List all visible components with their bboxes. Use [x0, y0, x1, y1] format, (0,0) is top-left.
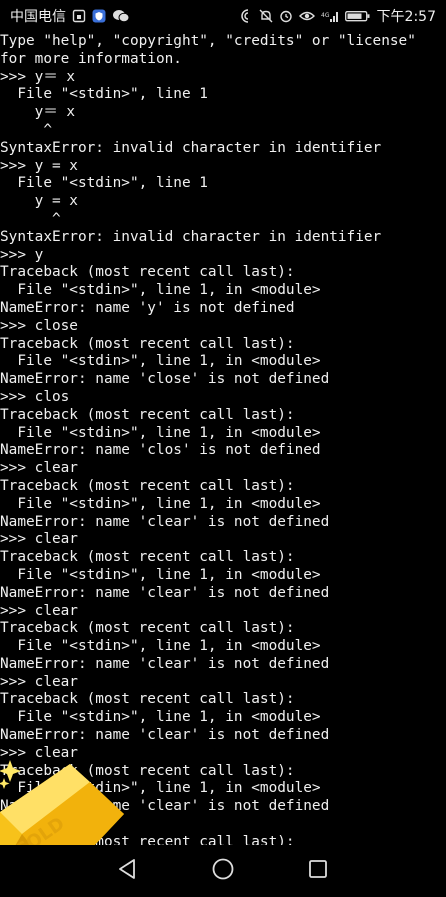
status-bar-right: 4G 下午2:57	[239, 6, 436, 26]
terminal-line: >>> y = x	[0, 157, 78, 174]
carrier-name: 中国电信	[10, 9, 66, 25]
terminal-line: NameError: name 'clear' is not defined	[0, 655, 330, 672]
terminal-line: Traceback (most recent call last):	[0, 477, 295, 494]
terminal-line: File "<stdin>", line 1, in <module>	[0, 424, 321, 441]
terminal-line: Traceback (most recent call last):	[0, 406, 295, 423]
terminal-line: y = x	[0, 193, 78, 210]
terminal-line: Type "help", "copyright", "credits" or "…	[0, 33, 416, 49]
terminal-line: >>> clear	[0, 602, 78, 619]
terminal-line: File "<stdin>", line 1, in <module>	[0, 282, 321, 299]
terminal-line: NameError: name 'close' is not defined	[0, 371, 330, 388]
terminal-line: for more information.	[0, 50, 182, 67]
terminal-line: Traceback (most recent call last):	[0, 620, 295, 637]
sim-card-icon	[72, 9, 86, 23]
terminal-line: File "<stdin>", line 1, in <module>	[0, 353, 321, 370]
shield-app-icon	[92, 9, 106, 23]
terminal-line: ^	[0, 121, 52, 138]
terminal-line: NameError: name 'y' is not defined	[0, 299, 295, 316]
terminal-line: >>> clear	[0, 673, 78, 690]
terminal-line: NameError: name 'clear' is not defined	[0, 513, 330, 530]
terminal-line: NameError: name 'clear' is not defined	[0, 584, 330, 601]
terminal-line: File "<stdin>", line 1	[0, 175, 208, 192]
terminal-line: >>> clos	[0, 388, 70, 405]
terminal-line: File "<stdin>", line 1	[0, 86, 208, 103]
home-icon[interactable]	[203, 849, 243, 889]
terminal-line: File "<stdin>", line 1, in <module>	[0, 495, 321, 512]
mute-icon	[259, 9, 273, 23]
terminal-line: y＝ x	[0, 104, 76, 121]
signal-icon: 4G	[321, 9, 339, 23]
terminal-line: SyntaxError: invalid character in identi…	[0, 228, 382, 245]
status-bar-left: 中国电信	[10, 6, 130, 26]
terminal-line: Traceback (most recent call last):	[0, 691, 295, 708]
terminal-line: >>> clear	[0, 531, 78, 548]
terminal-line: Traceback (most recent call last):	[0, 549, 295, 566]
terminal-line: File "<stdin>", line 1, in <module>	[0, 566, 321, 583]
terminal-line: File "<stdin>", line 1, in <module>	[0, 709, 321, 726]
terminal-line: SyntaxError: invalid character in identi…	[0, 139, 382, 156]
terminal-output[interactable]: Type "help", "copyright", "credits" or "…	[0, 33, 446, 848]
back-icon[interactable]	[108, 849, 148, 889]
svg-text:4G: 4G	[321, 12, 330, 19]
terminal-line: ^	[0, 210, 61, 227]
terminal-line: >>> y＝ x	[0, 68, 76, 85]
alarm-icon	[279, 9, 293, 23]
terminal-line: >>> y	[0, 246, 44, 263]
nfc-icon	[239, 9, 253, 23]
battery-icon	[344, 9, 371, 23]
recents-icon[interactable]	[298, 849, 338, 889]
navigation-bar	[0, 845, 446, 893]
terminal-line: Traceback (most recent call last):	[0, 264, 295, 281]
terminal-line: >>> close	[0, 317, 78, 334]
wechat-icon	[112, 9, 130, 23]
status-bar: 中国电信 4G 下午2:57	[0, 0, 446, 32]
terminal-line: File "<stdin>", line 1, in <module>	[0, 638, 321, 655]
terminal-line: >>> clear	[0, 460, 78, 477]
status-time: 下午2:57	[376, 9, 436, 25]
terminal-line: NameError: name 'clos' is not defined	[0, 442, 321, 459]
eye-icon	[298, 9, 315, 23]
terminal-line: NameError: name 'clear' is not defined	[0, 727, 330, 744]
terminal-line: Traceback (most recent call last):	[0, 335, 295, 352]
